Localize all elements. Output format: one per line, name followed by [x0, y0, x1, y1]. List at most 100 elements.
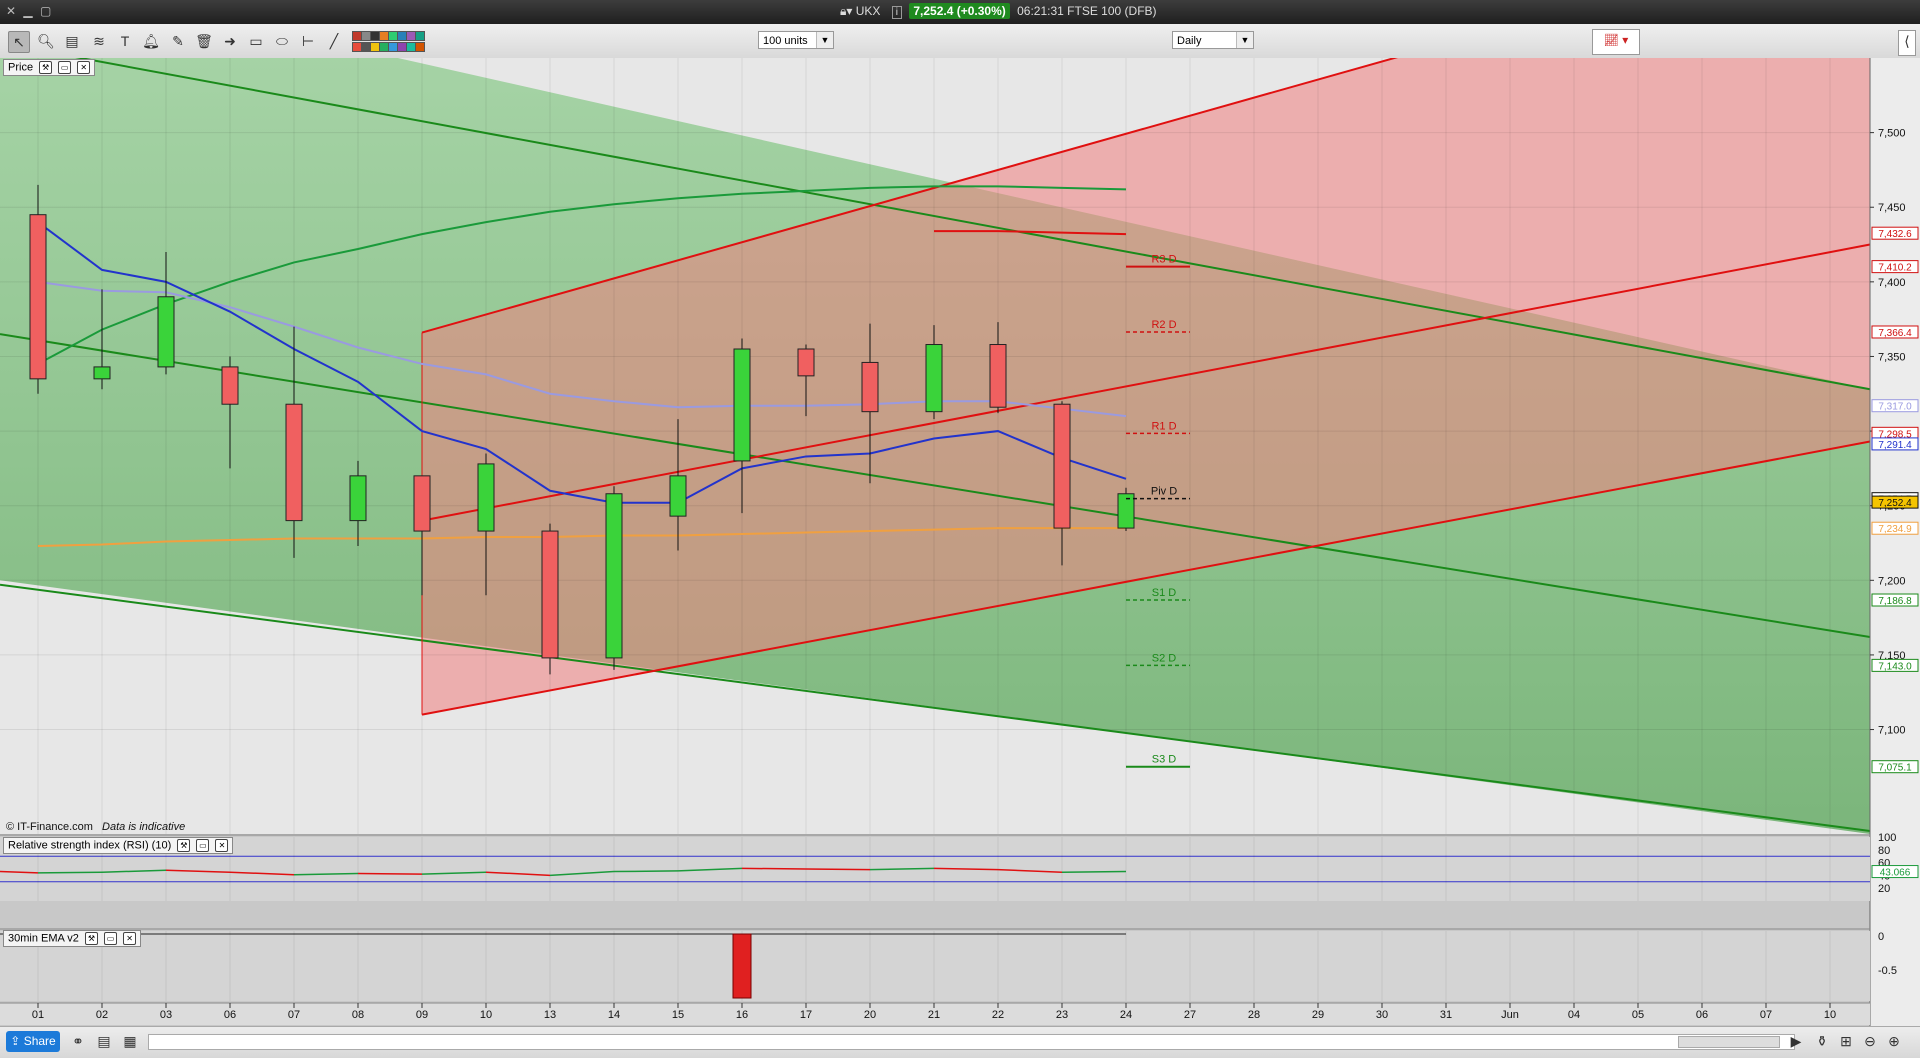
- candle-body[interactable]: [733, 348, 751, 462]
- units-select[interactable]: 100 units ▼: [758, 31, 834, 49]
- candle-body[interactable]: [669, 475, 687, 517]
- close-icon[interactable]: ✕: [215, 839, 229, 852]
- candle-body[interactable]: [797, 348, 815, 377]
- zoom-tool-icon[interactable]: 🔍︎: [36, 31, 56, 51]
- candle-body[interactable]: [1053, 403, 1071, 529]
- price-axis-label: 7,500: [1878, 128, 1906, 140]
- share-button[interactable]: ⇪ Share: [6, 1031, 60, 1052]
- fit-zoom-icon[interactable]: ⊞: [1836, 1031, 1856, 1051]
- x-axis-label: 13: [544, 1009, 556, 1021]
- chevron-down-icon: ▼: [816, 32, 833, 48]
- color-swatch[interactable]: [415, 42, 425, 52]
- close-icon[interactable]: ✕: [123, 932, 137, 945]
- rsi-axis-label: 20: [1878, 883, 1890, 895]
- x-axis-label: 28: [1248, 1009, 1260, 1021]
- title-bar: ✕ ▁ ▢ 🔒︎▾ UKX i 7,252.4 (+0.30%) 06:21:3…: [0, 0, 1920, 24]
- wrench-icon[interactable]: ⚒: [39, 61, 53, 74]
- period-select[interactable]: Daily ▼: [1172, 31, 1254, 49]
- copyright-note: © IT-Finance.com Data is indicative: [6, 821, 185, 833]
- rsi-line-segment: [1061, 870, 1127, 873]
- share-label: Share: [23, 1034, 56, 1048]
- x-axis: 01 02 03 06 07 08 09 10 13 14 15 16 17 20 21 22 23 24 27 28…: [0, 1002, 1870, 1025]
- candle-body[interactable]: [605, 493, 623, 659]
- candle-body[interactable]: [925, 344, 943, 413]
- candle-body[interactable]: [93, 366, 111, 380]
- panel-toggle-icon[interactable]: ⟨: [1898, 30, 1916, 56]
- zoom-out-icon[interactable]: ⊖: [1860, 1031, 1880, 1051]
- candle-body[interactable]: [285, 403, 303, 522]
- info-icon: i: [891, 6, 903, 19]
- price-panel-title: Price ⚒ ▭ ✕: [3, 59, 96, 76]
- ema-axis-label: 0: [1878, 931, 1884, 943]
- candle-body[interactable]: [861, 361, 879, 413]
- text-tool-icon[interactable]: T: [115, 31, 135, 51]
- x-axis-label: 24: [1120, 1009, 1132, 1021]
- x-axis-label: 10: [1824, 1009, 1836, 1021]
- color-swatch[interactable]: [415, 31, 425, 41]
- close-icon[interactable]: ✕: [77, 61, 91, 74]
- pivot-label: R2 D: [1151, 319, 1176, 331]
- trash-icon[interactable]: 🗑︎: [194, 31, 214, 51]
- x-axis-label: 08: [352, 1009, 364, 1021]
- price-axis-label: 7,350: [1878, 351, 1906, 363]
- window-icon[interactable]: ▭: [104, 932, 118, 945]
- price-tag-label: 7,234.9: [1878, 524, 1912, 535]
- rsi-axis-label: 100: [1878, 832, 1896, 844]
- candle-body[interactable]: [157, 296, 175, 368]
- rectangle-tool-icon[interactable]: ▭: [246, 31, 266, 51]
- ema-bar[interactable]: [732, 933, 752, 999]
- ema-background: [0, 931, 1870, 1001]
- zoom-in-icon[interactable]: ⊕: [1884, 1031, 1904, 1051]
- rsi-line-segment: [805, 868, 871, 871]
- arrow-tool-icon[interactable]: ➜: [220, 31, 240, 51]
- candle-body[interactable]: [29, 214, 47, 380]
- horizontal-line-tool-icon[interactable]: ⊢: [298, 31, 318, 51]
- candle-body[interactable]: [541, 530, 559, 659]
- window-icon[interactable]: ▭: [58, 61, 72, 74]
- chart-type-icon[interactable]: ⚱: [1812, 1031, 1832, 1051]
- scroll-right-icon[interactable]: ▶: [1790, 1031, 1802, 1051]
- x-axis-label: 06: [224, 1009, 236, 1021]
- window-controls-icon[interactable]: ✕ ▁ ▢: [6, 4, 53, 18]
- ellipse-tool-icon[interactable]: ⬭: [272, 31, 292, 51]
- layout-icon[interactable]: ▤: [94, 1031, 114, 1051]
- rsi-line-segment: [357, 872, 423, 875]
- candle-body[interactable]: [477, 463, 495, 532]
- indicators-menu-icon[interactable]: 📈︎ ▾: [1592, 29, 1640, 55]
- pencil-tool-icon[interactable]: ✎: [168, 31, 188, 51]
- rsi-panel[interactable]: 1008060402043.066: [0, 832, 1919, 901]
- x-axis-label: 16: [736, 1009, 748, 1021]
- x-axis-label: Jun: [1501, 1009, 1519, 1021]
- channel-tool-icon[interactable]: ≋: [89, 31, 109, 51]
- scroll-thumb[interactable]: [1678, 1036, 1780, 1048]
- x-axis-label: 09: [416, 1009, 428, 1021]
- horizontal-scrollbar[interactable]: [148, 1034, 1795, 1050]
- ema-panel[interactable]: 0 -0.5: [0, 928, 1897, 1001]
- rsi-value-tag: 43.066: [1880, 868, 1911, 879]
- x-axis-label: 31: [1440, 1009, 1452, 1021]
- chart-area[interactable]: R3 D R2 D R1 D Piv D S1 D S2 D S3 D 7,500 7,450 7…: [0, 58, 1920, 1026]
- wrench-icon[interactable]: ⚒: [84, 932, 98, 945]
- candle-body[interactable]: [989, 344, 1007, 408]
- rsi-line-segment: [613, 870, 679, 873]
- candle-body[interactable]: [221, 366, 239, 405]
- window-icon[interactable]: ▭: [196, 839, 210, 852]
- rsi-panel-label: Relative strength index (RSI) (10): [8, 839, 172, 852]
- compare-icon[interactable]: ⚭: [68, 1031, 88, 1051]
- trendline-tool-icon[interactable]: ╱: [324, 31, 344, 51]
- price-axis-label: 7,100: [1878, 725, 1906, 737]
- alert-bell-icon[interactable]: 🔔︎: [141, 31, 161, 51]
- candle-body[interactable]: [413, 475, 431, 532]
- price-tag-label: 7,252.4: [1878, 498, 1912, 509]
- price-change-badge: 7,252.4 (+0.30%): [909, 3, 1010, 19]
- x-axis-label: 07: [288, 1009, 300, 1021]
- ema-panel-title: 30min EMA v2 ⚒ ▭ ✕: [3, 930, 142, 947]
- candle-body[interactable]: [349, 475, 367, 522]
- pointer-tool-icon[interactable]: ↖: [8, 31, 30, 53]
- wrench-icon[interactable]: ⚒: [177, 839, 191, 852]
- fibonacci-tool-icon[interactable]: ▤: [62, 31, 82, 51]
- disclaimer-text: Data is indicative: [102, 821, 186, 833]
- pivot-label: S2 D: [1152, 652, 1177, 664]
- price-tag-label: 7,075.1: [1878, 763, 1912, 774]
- grid-icon[interactable]: ▦: [120, 1031, 140, 1051]
